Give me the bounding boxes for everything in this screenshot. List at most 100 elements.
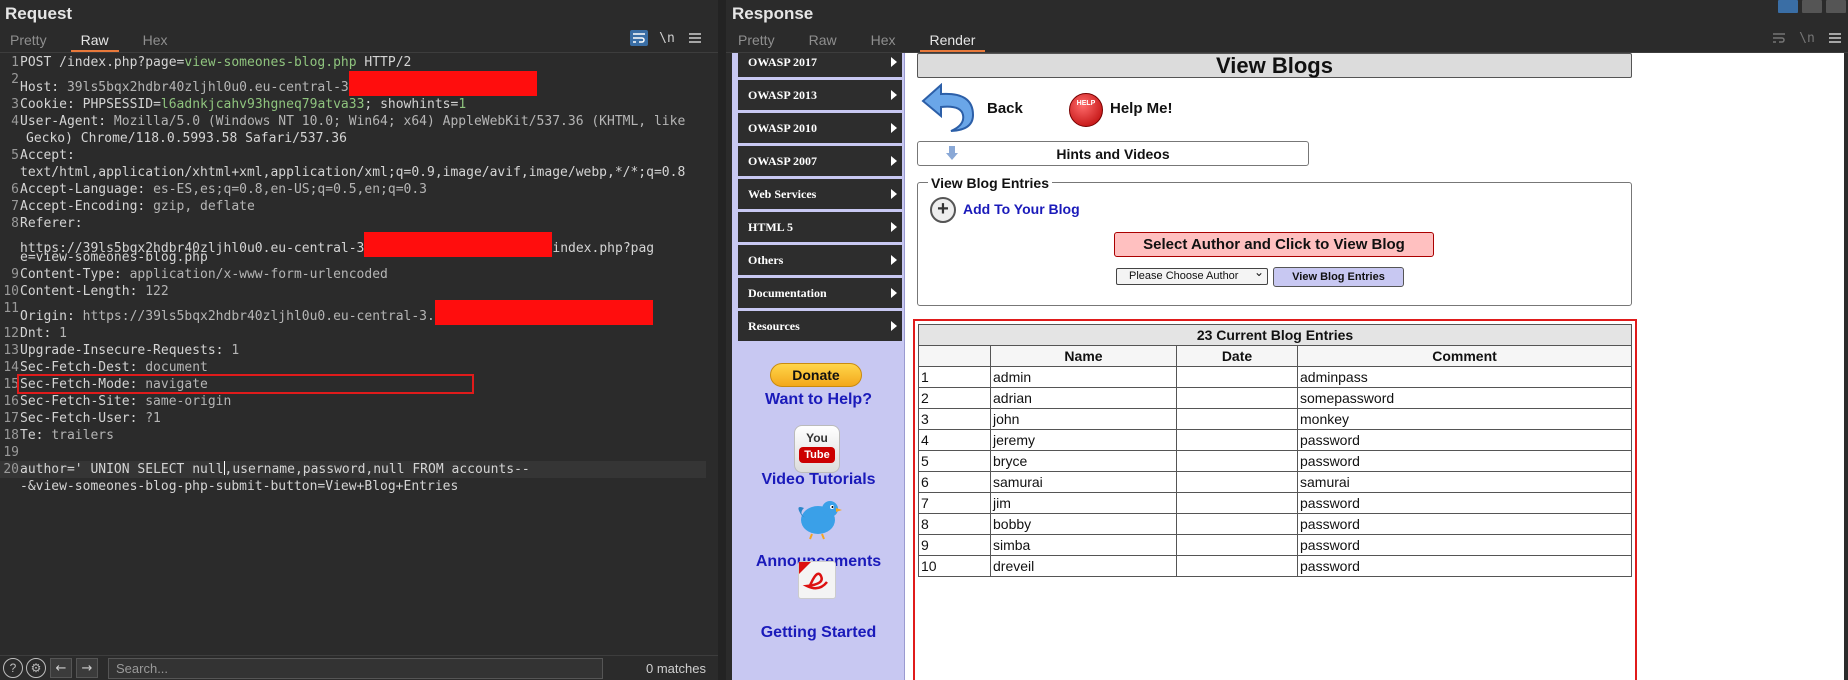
back-arrow-icon[interactable] (919, 83, 977, 133)
tab-pretty[interactable]: Pretty (728, 28, 785, 52)
menu-icon[interactable] (686, 30, 704, 46)
table-row: 2 adrian somepassword (918, 387, 1632, 409)
twitter-bird-icon[interactable] (794, 496, 842, 540)
redaction-box (364, 232, 553, 257)
add-to-your-blog-link[interactable]: Add To Your Blog (963, 201, 1080, 217)
menu-item-owasp-2017[interactable]: OWASP 2017 (738, 53, 902, 77)
request-tabs: Pretty Raw Hex (0, 28, 192, 52)
gear-icon[interactable]: ⚙ (26, 658, 46, 678)
code-line: 8 Referer: (0, 215, 706, 232)
table-row: 1 admin adminpass (918, 366, 1632, 388)
menu-item-owasp-2007[interactable]: OWASP 2007 (738, 146, 902, 176)
add-blog-icon[interactable]: + (930, 197, 956, 223)
search-input[interactable]: Search... (108, 657, 603, 679)
table-row: 5 bryce password (918, 450, 1632, 472)
header-key: Referer: (20, 216, 83, 231)
select-author-heading: Select Author and Click to View Blog (1114, 232, 1434, 257)
fieldset-legend: View Blog Entries (928, 175, 1052, 191)
header-key: Dnt: (20, 326, 60, 341)
response-tabs: Pretty Raw Hex Render (728, 28, 999, 52)
response-toolbar: \n (1770, 30, 1844, 46)
col-header-comment: Comment (1297, 345, 1632, 367)
tab-raw[interactable]: Raw (70, 28, 119, 52)
want-to-help-link[interactable]: Want to Help? (732, 391, 905, 409)
header-value: es-ES,es;q=0.8,en-US;q=0.5,en;q=0.3 (153, 182, 427, 197)
youtube-icon[interactable]: You Tube (794, 425, 840, 473)
header-key: Accept-Language: (20, 182, 154, 197)
col-header-index (918, 345, 991, 367)
blog-entries-highlight-box: 23 Current Blog Entries Name Date Commen… (913, 319, 1637, 680)
line-number: 17 (3, 411, 19, 426)
code-line: 19 (0, 444, 706, 461)
menu-item-documentation[interactable]: Documentation (738, 278, 902, 308)
code-line: 9 Content-Type: application/x-www-form-ur… (0, 266, 706, 283)
back-arrow-button[interactable]: ← (50, 658, 72, 678)
view-blog-entries-button[interactable]: View Blog Entries (1273, 267, 1404, 287)
menu-item-others[interactable]: Others (738, 245, 902, 275)
request-editor[interactable]: 1 POST /index.php?page=view-someones-blog… (0, 54, 706, 495)
pdf-icon[interactable] (798, 561, 836, 599)
tab-raw[interactable]: Raw (799, 28, 847, 52)
layout-stacked-icon[interactable] (1802, 0, 1822, 13)
tab-render[interactable]: Render (919, 28, 986, 52)
back-link[interactable]: Back (987, 100, 1023, 117)
help-me-link[interactable]: Help Me! (1110, 100, 1173, 117)
line-number: 19 (3, 445, 19, 460)
header-key: Sec-Fetch-Site: (20, 394, 146, 409)
header-value: document (145, 360, 208, 375)
wrap-icon[interactable] (1770, 30, 1788, 46)
youtube-tube-text: Tube (799, 447, 835, 463)
menu-icon[interactable] (1826, 30, 1844, 46)
newline-icon[interactable]: \n (1798, 30, 1816, 46)
tabs-divider (0, 52, 718, 53)
table-row: 7 jim password (918, 492, 1632, 514)
header-key: Content-Type: (20, 267, 130, 282)
tab-pretty[interactable]: Pretty (0, 28, 57, 52)
hints-and-videos-toggle[interactable]: Hints and Videos (917, 141, 1309, 166)
layout-side-by-side-icon[interactable] (1778, 0, 1798, 13)
line-number: 16 (3, 394, 19, 409)
protocol: HTTP/2 (356, 55, 412, 70)
header-key: Accept-Encoding: (20, 199, 154, 214)
forward-arrow-button[interactable]: → (76, 658, 98, 678)
donate-button[interactable]: Donate (770, 363, 862, 387)
header-key: Host: (20, 80, 67, 95)
menu-item-web-services[interactable]: Web Services (738, 179, 902, 209)
wrap-icon[interactable] (630, 30, 648, 46)
tab-hex[interactable]: Hex (133, 28, 178, 52)
header-value: https://39ls5bqx2hdbr40zljhl0u0.eu-centr… (82, 309, 435, 324)
param-value: view-someones-blog.php (184, 55, 357, 70)
line-number: 3 (11, 97, 19, 112)
code-line-continuation: https://39ls5bqx2hdbr40zljhl0u0.eu-centr… (0, 232, 706, 257)
layout-tabs-icon[interactable] (1826, 0, 1846, 13)
request-pane: Request Pretty Raw Hex \n 1 POST /index.p… (0, 0, 718, 680)
help-me-icon[interactable]: HELP (1069, 93, 1103, 127)
page-content: View Blogs Back HELP Help Me! Hints and … (905, 53, 1844, 680)
table-header-row: Name Date Comment (918, 345, 1632, 367)
line-number: 20 (3, 462, 19, 477)
code-line: 13 Upgrade-Insecure-Requests: 1 (0, 342, 706, 359)
table-row: 9 simba password (918, 534, 1632, 556)
getting-started-link[interactable]: Getting Started (732, 624, 905, 642)
line-number: 4 (11, 114, 19, 129)
menu-item-html5[interactable]: HTML 5 (738, 212, 902, 242)
code-line: 16 Sec-Fetch-Site: same-origin (0, 393, 706, 410)
table-caption: 23 Current Blog Entries (918, 324, 1632, 346)
menu-item-resources[interactable]: Resources (738, 311, 902, 341)
line-number: 7 (11, 199, 19, 214)
body-payload: ,username,password,null FROM accounts-- (224, 462, 530, 477)
response-title: Response (732, 4, 814, 23)
pane-splitter[interactable] (718, 0, 726, 680)
tab-hex[interactable]: Hex (861, 28, 906, 52)
author-select[interactable]: Please Choose Author (1116, 265, 1268, 285)
menu-item-owasp-2010[interactable]: OWASP 2010 (738, 113, 902, 143)
help-icon[interactable]: ? (3, 658, 23, 678)
cookie-name: PHPSESSID (82, 97, 154, 112)
blog-entries-table: 23 Current Blog Entries Name Date Commen… (918, 324, 1632, 577)
header-value: gzip, deflate (153, 199, 255, 214)
body-payload: UNION SELECT null (82, 462, 224, 477)
newline-icon[interactable]: \n (658, 30, 676, 46)
video-tutorials-link[interactable]: Video Tutorials (732, 471, 905, 489)
menu-item-owasp-2013[interactable]: OWASP 2013 (738, 80, 902, 110)
table-row: 8 bobby password (918, 513, 1632, 535)
